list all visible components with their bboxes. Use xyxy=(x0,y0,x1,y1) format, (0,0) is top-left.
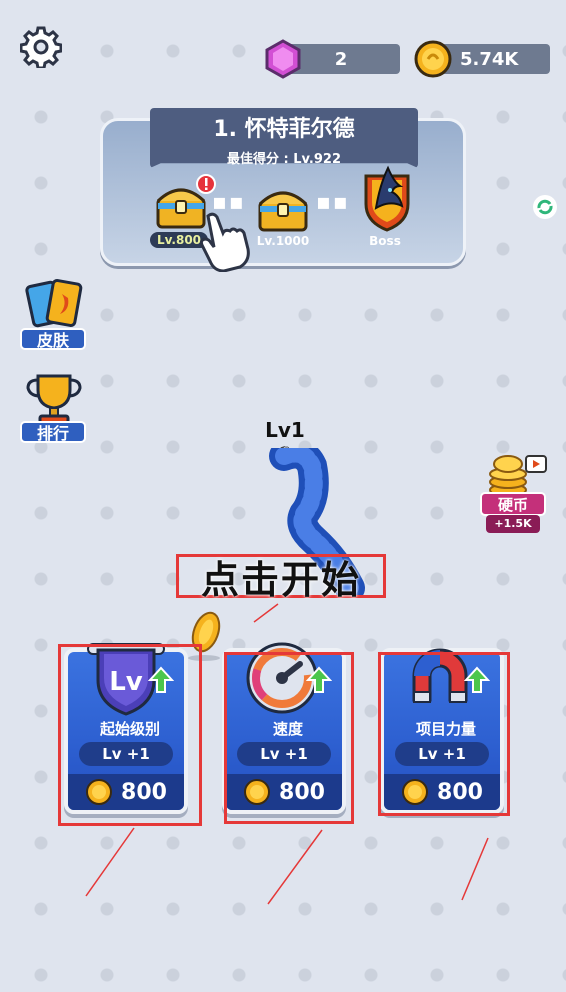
gem-icon xyxy=(265,39,301,79)
coin-count: 5.74K xyxy=(460,48,519,70)
milestone-label: Boss xyxy=(369,234,401,248)
gear-icon[interactable] xyxy=(20,26,62,68)
milestone-label: Lv.1000 xyxy=(256,234,310,248)
gem-count: 2 xyxy=(334,48,348,70)
player-level: Lv1 xyxy=(265,418,305,442)
path-dots: ▪▪ xyxy=(316,190,350,215)
rank-button[interactable]: 排行 xyxy=(20,421,86,443)
chest-icon[interactable] xyxy=(256,186,310,232)
dragon-boss-icon[interactable] xyxy=(356,162,418,234)
recycle-icon[interactable] xyxy=(532,194,558,220)
coin-video-button[interactable]: 硬币 xyxy=(480,492,546,516)
level-title: 1. 怀特菲尔德 xyxy=(213,117,355,142)
coin-icon xyxy=(414,40,452,78)
skin-cards-icon[interactable] xyxy=(22,276,86,336)
annotation-box xyxy=(224,652,354,824)
coin-counter: 5.74K xyxy=(436,44,550,74)
coin-video-bonus: +1.5K xyxy=(486,515,540,533)
annotation-box xyxy=(378,652,510,816)
skin-button[interactable]: 皮肤 xyxy=(20,328,86,350)
annotation-box xyxy=(58,644,202,826)
tap-to-start[interactable]: 点击开始 xyxy=(176,554,386,602)
pointing-hand-icon xyxy=(199,212,250,272)
